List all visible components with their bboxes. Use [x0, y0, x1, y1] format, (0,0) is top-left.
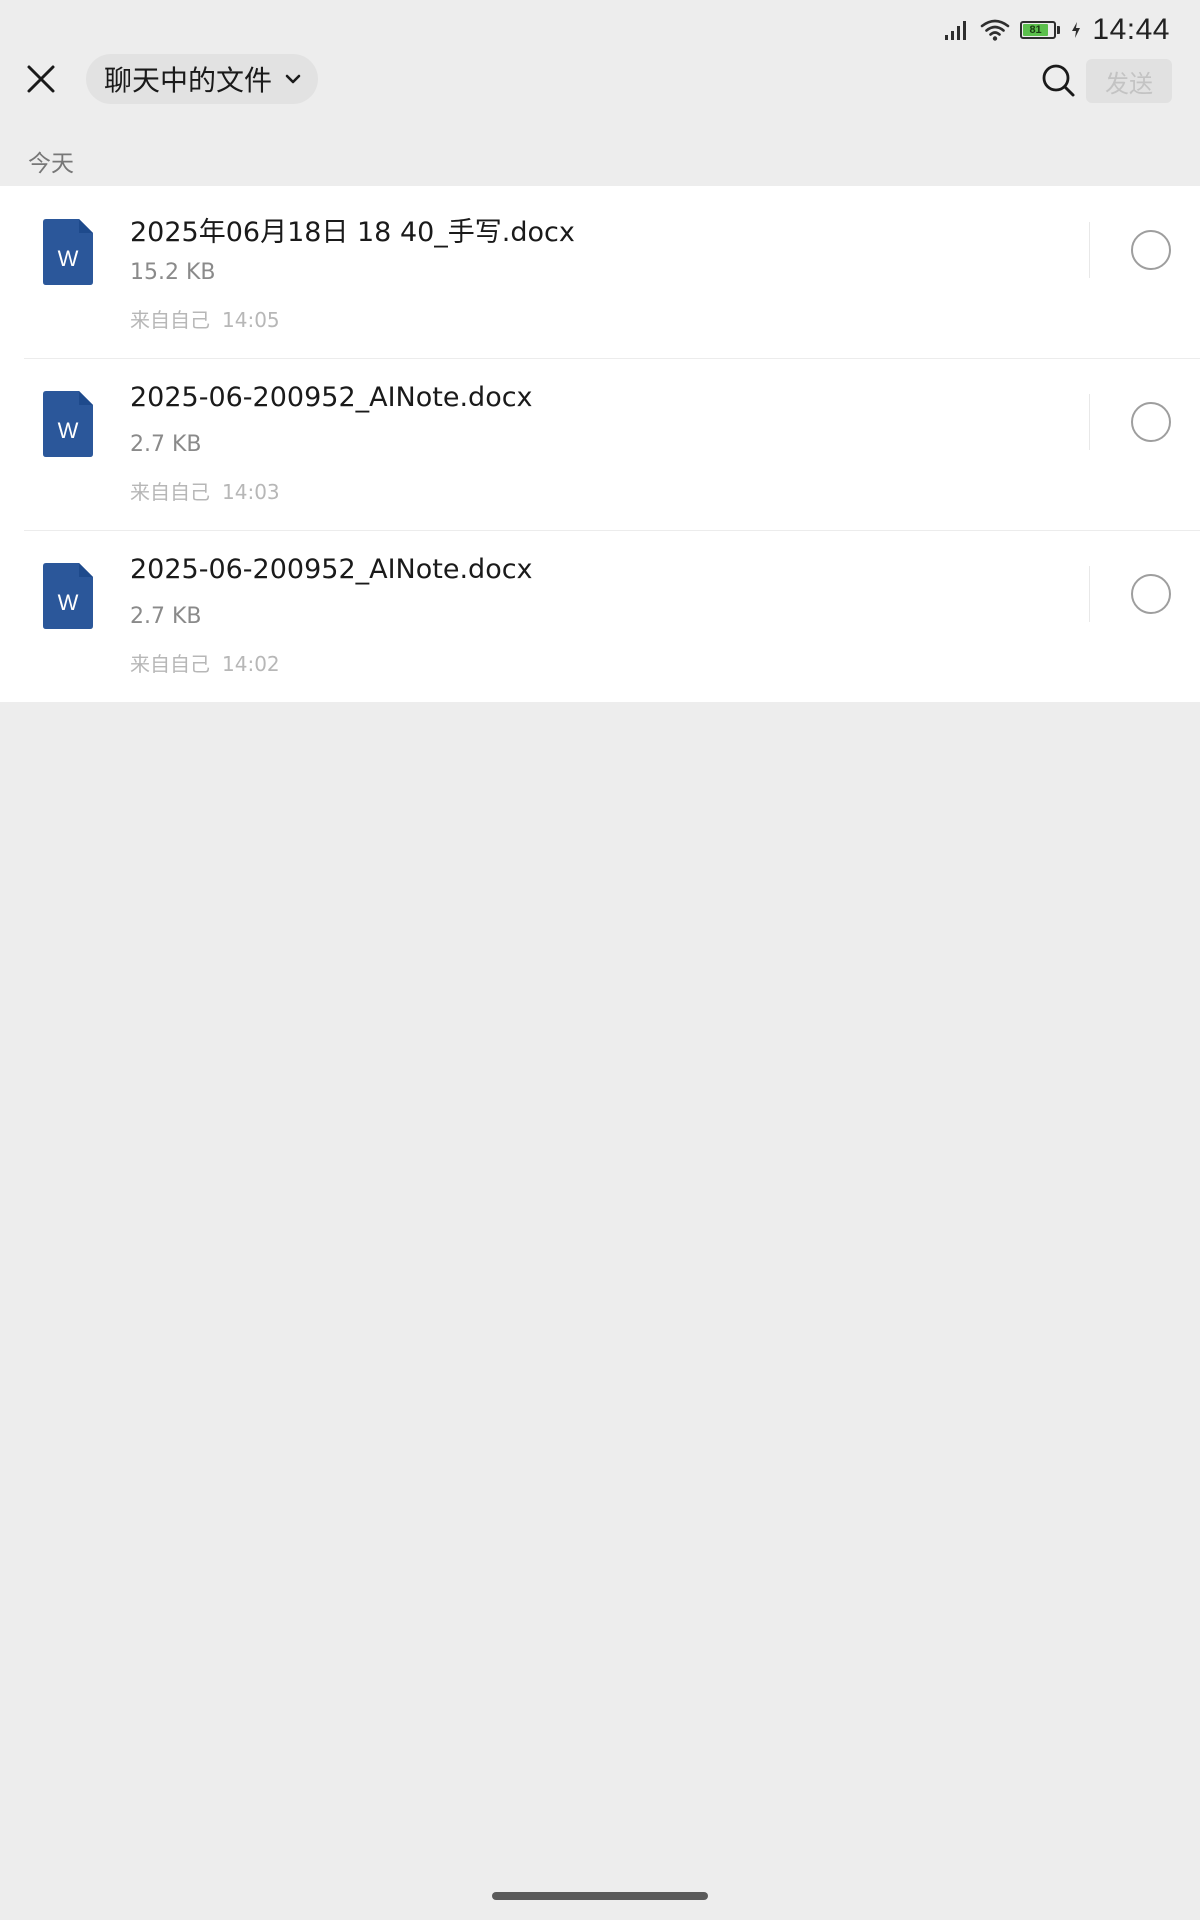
page-title: 聊天中的文件: [104, 64, 273, 97]
status-bar: 81 14:44: [0, 0, 1200, 56]
select-radio[interactable]: [1131, 574, 1171, 614]
word-doc-icon: W: [43, 563, 93, 629]
battery-level: 81: [1023, 24, 1048, 36]
charging-icon: [1072, 22, 1081, 38]
file-meta: 来自自己 14:03: [130, 476, 280, 505]
file-size: 2.7 KB: [130, 604, 202, 629]
chevron-down-icon: [285, 74, 301, 84]
file-time: 14:03: [222, 480, 280, 504]
close-button[interactable]: [20, 58, 62, 100]
header: 聊天中的文件 发送: [0, 52, 1200, 114]
file-source: 来自自己: [130, 308, 210, 332]
wifi-icon: [981, 19, 1010, 41]
word-doc-icon: W: [43, 391, 93, 457]
status-icons: 81 14:44: [944, 10, 1170, 50]
file-list: W 2025年06月18日 18 40_手写.docx 15.2 KB 来自自己…: [0, 186, 1200, 702]
status-time: 14:44: [1092, 13, 1170, 46]
home-indicator[interactable]: [492, 1892, 708, 1900]
svg-text:W: W: [58, 418, 79, 443]
file-meta: 来自自己 14:05: [130, 304, 280, 333]
file-meta: 来自自己 14:02: [130, 648, 280, 677]
search-button[interactable]: [1038, 60, 1078, 100]
search-icon: [1042, 64, 1075, 97]
divider: [1089, 394, 1090, 450]
file-time: 14:05: [222, 308, 280, 332]
file-size: 15.2 KB: [130, 260, 216, 285]
divider: [1089, 222, 1090, 278]
file-list-item[interactable]: W 2025年06月18日 18 40_手写.docx 15.2 KB 来自自己…: [0, 186, 1200, 358]
select-radio[interactable]: [1131, 230, 1171, 270]
file-name: 2025-06-200952_AINote.docx: [130, 554, 533, 585]
word-doc-icon: W: [43, 219, 93, 285]
file-list-item[interactable]: W 2025-06-200952_AINote.docx 2.7 KB 来自自己…: [0, 530, 1200, 702]
close-icon: [27, 65, 55, 93]
divider: [1089, 566, 1090, 622]
file-list-item[interactable]: W 2025-06-200952_AINote.docx 2.7 KB 来自自己…: [0, 358, 1200, 530]
svg-text:W: W: [58, 590, 79, 615]
file-name: 2025-06-200952_AINote.docx: [130, 382, 533, 413]
svg-text:W: W: [58, 246, 79, 271]
file-source: 来自自己: [130, 480, 210, 504]
send-button[interactable]: 发送: [1086, 59, 1172, 103]
source-selector[interactable]: 聊天中的文件: [86, 54, 319, 104]
date-section-label: 今天: [28, 151, 74, 177]
signal-icon: [945, 21, 967, 40]
file-source: 来自自己: [130, 652, 210, 676]
file-name: 2025年06月18日 18 40_手写.docx: [130, 217, 575, 248]
select-radio[interactable]: [1131, 402, 1171, 442]
file-time: 14:02: [222, 652, 280, 676]
battery-icon: 81: [1020, 21, 1061, 39]
file-size: 2.7 KB: [130, 432, 202, 457]
